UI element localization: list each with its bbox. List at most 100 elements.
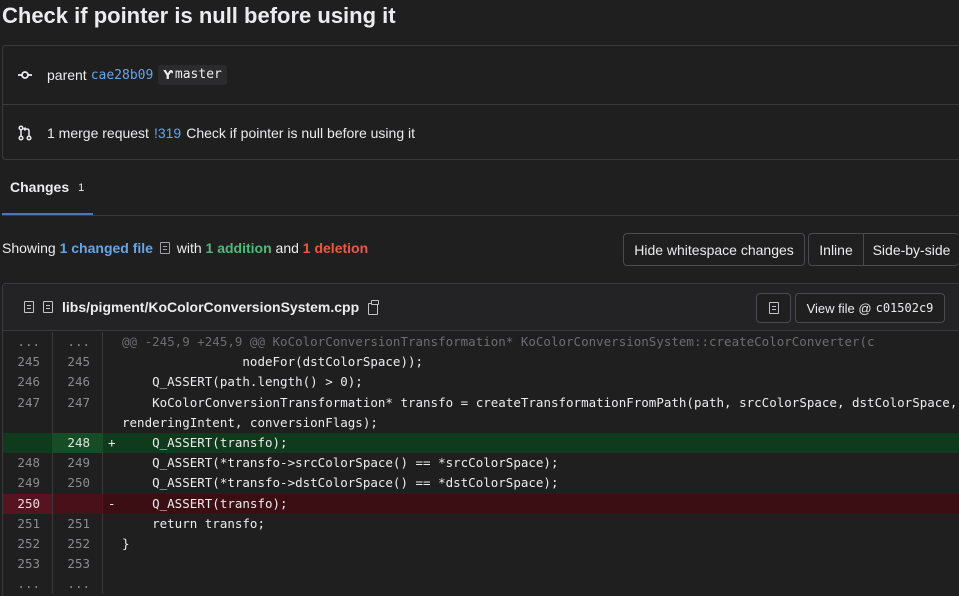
new-line-number[interactable]: 251 <box>53 513 103 534</box>
diff-line-added: 248 + Q_ASSERT(transfo); <box>3 432 959 454</box>
new-line-number[interactable]: 253 <box>53 554 103 575</box>
diff-line: 245 245 nodeFor(dstColorSpace)); <box>3 352 959 373</box>
diff-line: 248 249 Q_ASSERT(*transfo->srcColorSpace… <box>3 453 959 474</box>
diff-line: 252 252 } <box>3 533 959 555</box>
merge-request-count: 1 merge request <box>47 124 149 141</box>
diff-lines: ... ... @@ -245,9 +245,9 @@ KoColorConve… <box>3 332 959 595</box>
diff-marker <box>103 574 122 594</box>
diff-marker <box>103 534 122 554</box>
file-icon <box>768 302 779 314</box>
inline-view-button[interactable]: Inline <box>808 233 864 266</box>
old-line-number[interactable]: 250 <box>3 493 53 514</box>
commit-icon <box>3 67 47 83</box>
page-title: Check if pointer is null before using it <box>2 3 396 28</box>
view-file-sha: c01502c9 <box>875 301 934 315</box>
merge-request-link[interactable]: !319 <box>154 125 181 141</box>
summary-showing: Showing <box>2 240 56 256</box>
new-line-number[interactable]: 245 <box>53 352 103 373</box>
old-line-number[interactable]: 248 <box>3 453 53 474</box>
new-line-number[interactable]: 249 <box>53 453 103 474</box>
branch-name: master <box>174 67 222 82</box>
old-line-number[interactable]: 247 <box>3 392 53 433</box>
tab-changes-count: 1 <box>78 182 85 194</box>
toggle-file-button[interactable] <box>756 293 791 323</box>
parent-row: parent cae28b09 Ƴmaster <box>3 46 959 105</box>
parent-sha-link[interactable]: cae28b09 <box>91 68 154 83</box>
code-line: } <box>122 535 130 551</box>
merge-request-title: Check if pointer is null before using it <box>186 124 415 141</box>
diff-summary: Showing 1 changed file with 1 addition a… <box>2 240 368 256</box>
old-line-number[interactable] <box>3 432 53 454</box>
summary-with: with <box>176 240 202 256</box>
diff-marker: - <box>108 495 116 511</box>
changed-files-dropdown[interactable]: 1 changed file <box>60 240 153 256</box>
commit-info-panel: parent cae28b09 Ƴmaster 1 merge request … <box>2 45 959 160</box>
branch-pill[interactable]: Ƴmaster <box>158 65 227 85</box>
diff-line: 253 253 <box>3 554 959 575</box>
side-by-side-view-button[interactable]: Side-by-side <box>863 233 959 266</box>
old-line-number[interactable]: ... <box>3 332 53 353</box>
code-line: return transfo; <box>122 515 265 531</box>
branch-icon: Ƴ <box>163 67 173 82</box>
new-line-number[interactable]: 250 <box>53 473 103 494</box>
file-icon <box>159 242 170 254</box>
diff-hunk-footer: ... ... <box>3 574 959 595</box>
hide-whitespace-button[interactable]: Hide whitespace changes <box>623 233 805 266</box>
view-file-label: View file @ <box>806 300 872 316</box>
new-line-number[interactable]: 247 <box>53 392 103 433</box>
code-line: nodeFor(dstColorSpace)); <box>122 354 424 370</box>
diff-marker <box>103 372 122 392</box>
old-line-number[interactable]: 246 <box>3 372 53 393</box>
tab-changes-label: Changes <box>10 179 70 195</box>
old-line-number[interactable]: ... <box>3 574 53 595</box>
old-line-number[interactable]: 252 <box>3 533 53 555</box>
diff-marker: + <box>108 434 116 450</box>
diff-line-deleted: 250 - Q_ASSERT(transfo); <box>3 493 959 514</box>
old-line-number[interactable]: 249 <box>3 473 53 494</box>
new-line-number[interactable]: 252 <box>53 533 103 555</box>
diff-marker <box>103 453 122 473</box>
tab-bar: Changes 1 <box>2 161 959 216</box>
new-line-number[interactable] <box>53 493 103 514</box>
new-line-number[interactable]: 246 <box>53 372 103 393</box>
merge-request-row: 1 merge request !319 Check if pointer is… <box>3 105 959 160</box>
diff-marker <box>103 332 122 352</box>
view-file-button[interactable]: View file @ c01502c9 <box>795 293 945 323</box>
code-line: Q_ASSERT(path.length() > 0); <box>122 374 363 390</box>
code-line: Q_ASSERT(transfo); <box>122 434 288 450</box>
code-line: Q_ASSERT(*transfo->dstColorSpace() == *d… <box>122 475 559 491</box>
deletions-count: 1 deletion <box>302 240 369 256</box>
summary-and: and <box>275 240 299 256</box>
old-line-number[interactable]: 251 <box>3 513 53 534</box>
diff-marker <box>103 352 122 372</box>
code-line: @@ -245,9 +245,9 @@ KoColorConversionTra… <box>122 334 875 349</box>
copy-icon[interactable] <box>368 300 380 315</box>
file-tree-toggle-icon[interactable] <box>24 301 34 313</box>
code-line: Q_ASSERT(*transfo->srcColorSpace() == *s… <box>122 455 559 471</box>
additions-count: 1 addition <box>205 240 272 256</box>
diff-line: 251 251 return transfo; <box>3 513 959 534</box>
file-header: libs/pigment/KoColorConversionSystem.cpp… <box>3 284 959 331</box>
code-line: KoColorConversionTransformation* transfo… <box>122 394 958 430</box>
parent-label: parent <box>47 67 87 83</box>
tab-changes[interactable]: Changes 1 <box>2 161 93 215</box>
merge-request-icon <box>3 124 47 141</box>
diff-marker <box>103 393 122 433</box>
old-line-number[interactable]: 245 <box>3 352 53 373</box>
diff-marker <box>103 473 122 493</box>
new-line-number[interactable]: ... <box>53 332 103 353</box>
diff-line: 247 247 KoColorConversionTransformation*… <box>3 392 959 433</box>
file-icon <box>43 301 53 313</box>
new-line-number[interactable]: ... <box>53 574 103 595</box>
diff-hunk-header: ... ... @@ -245,9 +245,9 @@ KoColorConve… <box>3 332 959 353</box>
new-line-number[interactable]: 248 <box>53 432 103 454</box>
old-line-number[interactable]: 253 <box>3 554 53 575</box>
diff-line: 249 250 Q_ASSERT(*transfo->dstColorSpace… <box>3 473 959 494</box>
file-path[interactable]: libs/pigment/KoColorConversionSystem.cpp <box>62 299 359 315</box>
code-line: Q_ASSERT(transfo); <box>122 495 288 511</box>
diff-marker <box>103 554 122 574</box>
diff-file: libs/pigment/KoColorConversionSystem.cpp… <box>2 283 959 596</box>
diff-line: 246 246 Q_ASSERT(path.length() > 0); <box>3 372 959 393</box>
